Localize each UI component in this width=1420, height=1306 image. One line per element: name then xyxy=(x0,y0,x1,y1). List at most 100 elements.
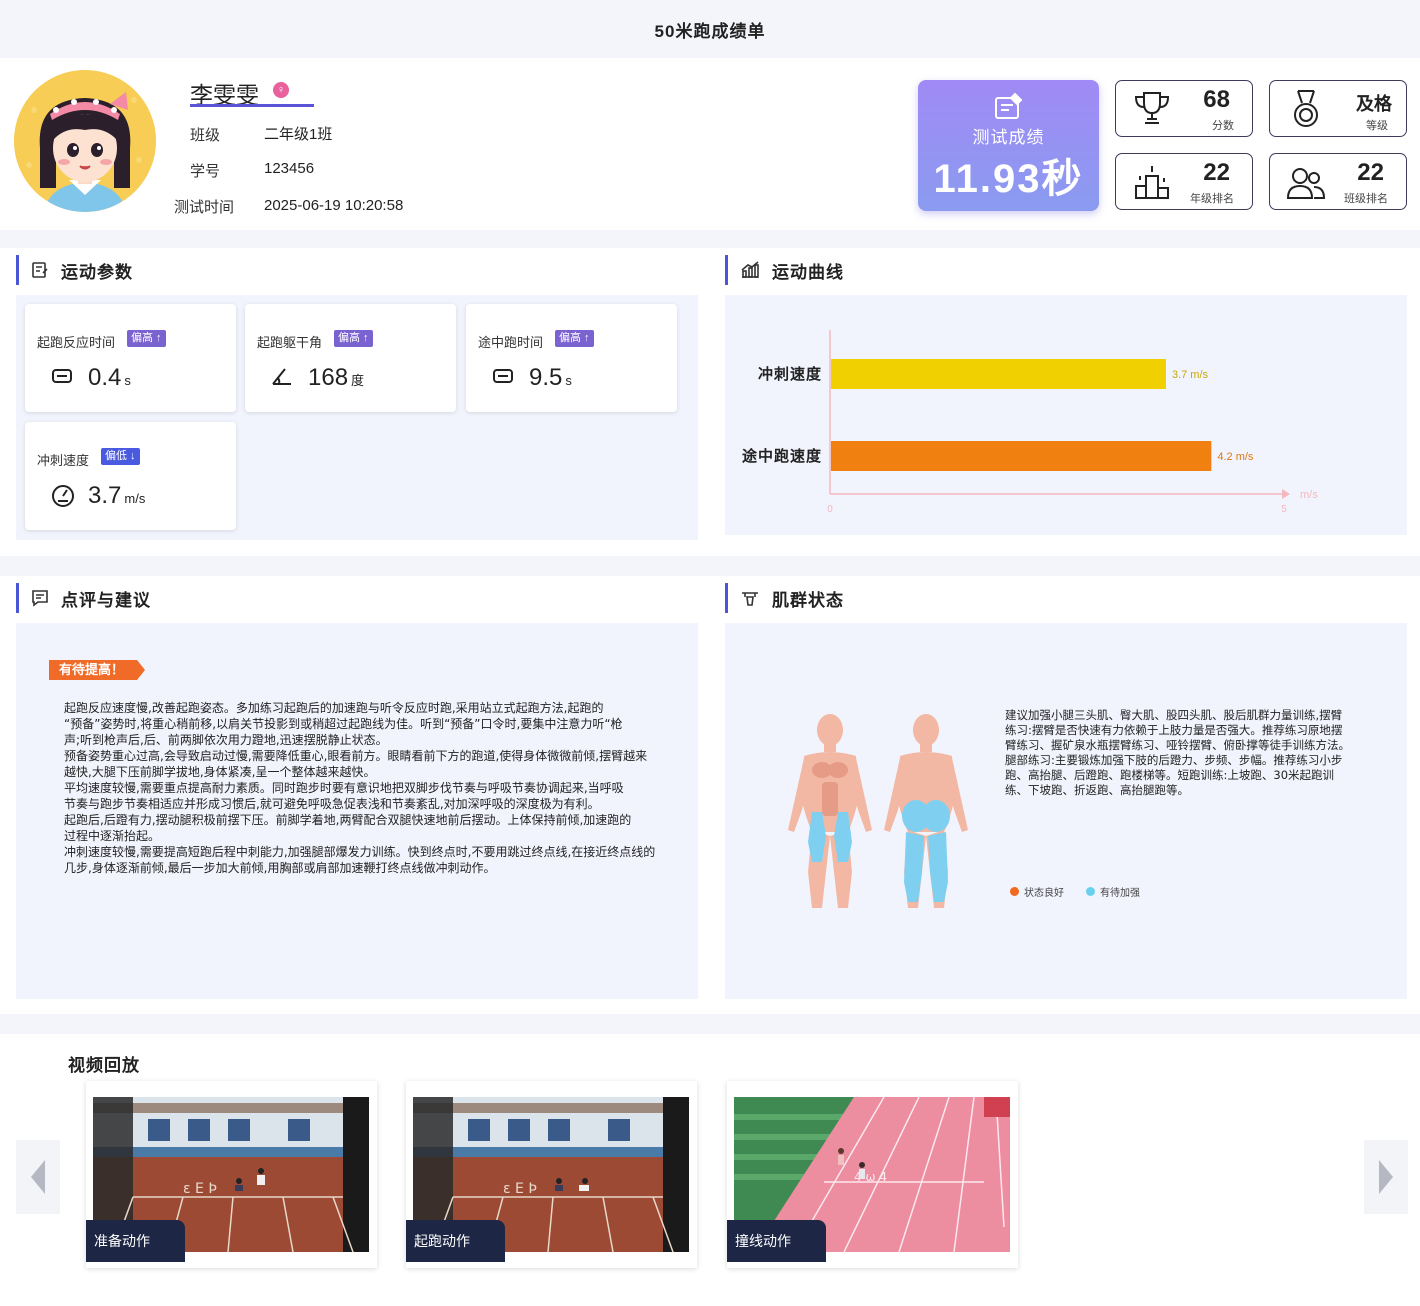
class-rank-card: 22 班级排名 xyxy=(1269,153,1407,210)
muscle-paragraph: 建议加强小腿三头肌、臀大肌、股四头肌、股后肌群力量训练,摆臂 xyxy=(1005,708,1343,722)
param-label: 起跑躯干角 xyxy=(257,335,323,350)
grade-rank-label: 年级排名 xyxy=(1190,193,1234,205)
muscle-advice-text: 建议加强小腿三头肌、臀大肌、股四头肌、股后肌群力量训练,摆臂 练习:摆臂是否快速… xyxy=(1005,708,1365,798)
users-icon xyxy=(1286,162,1326,207)
legend-good: 状态良好 xyxy=(1010,884,1064,899)
param-card-reaction: 起跑反应时间 偏高 ↑ 0.4 s xyxy=(25,304,236,412)
speed-bar-chart: m/s 0 5 冲刺速度 3.7 m/s 途中跑速度 4.2 m/s xyxy=(742,330,1318,515)
podium-icon xyxy=(1132,162,1172,207)
video-caption: 准备动作 xyxy=(86,1220,185,1262)
review-paragraph: 过程中逐渐抬起。 xyxy=(64,829,161,843)
video-caption: 起跑动作 xyxy=(406,1220,505,1262)
muscle-paragraph: 练、下坡跑、折返跑、高抬腿跑等。 xyxy=(1005,783,1189,797)
document-pen-icon xyxy=(993,92,1025,125)
video-section-title: 视频回放 xyxy=(68,1056,140,1075)
param-value: 168 度 xyxy=(308,364,365,391)
edit-list-icon xyxy=(31,261,49,279)
data-label: 3.7 m/s xyxy=(1172,369,1209,381)
status-badge: 偏高 ↑ xyxy=(555,330,594,347)
param-value: 3.7 m/s xyxy=(88,482,146,509)
param-card-midrun-time: 途中跑时间 偏高 ↑ 9.5 s xyxy=(466,304,677,412)
class-rank-label: 班级排名 xyxy=(1344,193,1388,205)
grade-rank-value: 22 xyxy=(1203,159,1230,186)
video-card-start[interactable]: ε E Þ 起跑动作 xyxy=(406,1081,697,1268)
score-label: 分数 xyxy=(1212,120,1234,132)
param-label: 冲刺速度 xyxy=(37,453,90,468)
result-label: 测试成绩 xyxy=(972,128,1045,147)
muscle-paragraph: 练习:摆臂是否快速有力依赖于上肢力量是否强大。推荐练习原地摆 xyxy=(1005,723,1343,737)
divider xyxy=(0,1014,1420,1034)
review-paragraph: 节奏与跑步节奏相适应并形成习惯后,就可避免呼吸急促表浅和节奏紊乱,对加深呼吸的深… xyxy=(64,797,600,811)
timer-icon xyxy=(492,366,514,389)
param-card-trunk-angle: 起跑躯干角 偏高 ↑ 168 度 xyxy=(245,304,456,412)
muscle-paragraph: 腿部练习:主要锻炼加强下肢的后蹬力、步频、步幅。推荐练习小步 xyxy=(1005,753,1343,767)
muscle-section-title: 肌群状态 xyxy=(725,583,844,613)
result-value: 11.93秒 xyxy=(933,157,1084,201)
review-paragraph: 起跑后,后蹬有力,摆动腿积极前摆下压。前脚学着地,两臂配合双腿快速地前后摆动。上… xyxy=(64,813,632,827)
status-badge: 偏高 ↑ xyxy=(334,330,373,347)
title-bar: 50米跑成绩单 xyxy=(0,0,1420,58)
class-label: 班级 xyxy=(190,127,221,144)
divider xyxy=(0,556,1420,576)
prev-button[interactable] xyxy=(16,1140,60,1214)
dumbbell-icon xyxy=(740,589,760,607)
grade-card: 及格 等级 xyxy=(1269,80,1407,137)
category-label: 途中跑速度 xyxy=(742,447,822,465)
review-paragraph: 冲刺速度较慢,需要提高短跑后程中刺能力,加强腿部爆发力训练。快到终点时,不要用跳… xyxy=(64,845,656,875)
trophy-icon xyxy=(1132,89,1172,132)
divider xyxy=(0,230,1420,248)
muscle-paragraph: 臂练习、握矿泉水瓶摆臂练习、哑铃摆臂、俯卧撑等徒手训练方法。 xyxy=(1005,738,1350,752)
timer-icon xyxy=(51,366,73,389)
review-text: 起跑反应速度慢,改善起跑姿态。多加练习起跑后的加速跑与听令反应时跑,采用站立式起… xyxy=(64,700,659,876)
test-time-label: 测试时间 xyxy=(174,199,235,216)
chevron-right-icon xyxy=(1379,1160,1393,1194)
bar xyxy=(831,359,1166,389)
grade-rank-card: 22 年级排名 xyxy=(1115,153,1253,210)
param-label: 起跑反应时间 xyxy=(37,335,116,350)
video-card-ready[interactable]: ε E Þ 准备动作 xyxy=(86,1081,377,1268)
score-card: 68 分数 xyxy=(1115,80,1253,137)
svg-text:4 ω 4: 4 ω 4 xyxy=(854,1170,887,1184)
angle-icon xyxy=(271,366,293,391)
param-value: 9.5 s xyxy=(529,364,572,391)
category-label: 冲刺速度 xyxy=(758,365,822,383)
class-rank-value: 22 xyxy=(1357,159,1384,186)
data-label: 4.2 m/s xyxy=(1217,451,1254,463)
chevron-left-icon xyxy=(31,1160,45,1194)
chart-icon xyxy=(740,261,760,279)
muscle-body-diagram xyxy=(788,714,968,908)
avatar xyxy=(14,70,156,212)
x-axis-arrow xyxy=(1282,489,1290,499)
review-paragraph: 平均速度较慢,需要重点提高耐力素质。同时跑步时要有意识地把双脚步伐节奏与呼吸节奏… xyxy=(64,781,624,795)
video-caption: 撞线动作 xyxy=(727,1220,826,1262)
svg-text:ε E Þ: ε E Þ xyxy=(503,1181,537,1197)
param-value: 0.4 s xyxy=(88,364,131,391)
bar xyxy=(831,441,1212,471)
review-section-title: 点评与建议 xyxy=(16,583,151,613)
score-value: 68 xyxy=(1203,86,1230,113)
x-axis-unit: m/s xyxy=(1300,489,1318,501)
student-id-value: 123456 xyxy=(264,160,315,177)
medal-icon xyxy=(1286,89,1326,134)
name-underline xyxy=(190,104,314,107)
param-card-sprint-speed: 冲刺速度 偏低 ↓ 3.7 m/s xyxy=(25,422,236,530)
review-paragraph: 起跑反应速度慢,改善起跑姿态。多加练习起跑后的加速跑与听令反应时跑,采用站立式起… xyxy=(64,701,604,715)
improvement-badge: 有待提高！ xyxy=(49,660,145,680)
x-tick-label: 5 xyxy=(1281,504,1287,515)
svg-text:ε E Þ: ε E Þ xyxy=(183,1181,217,1197)
params-section-title: 运动参数 xyxy=(16,255,133,285)
comment-icon xyxy=(31,589,49,607)
next-button[interactable] xyxy=(1364,1140,1408,1214)
video-card-finish[interactable]: 4 ω 4 撞线动作 xyxy=(727,1081,1018,1268)
param-label: 途中跑时间 xyxy=(478,335,544,350)
status-badge: 偏低 ↓ xyxy=(101,448,140,465)
grade-label: 等级 xyxy=(1366,120,1388,132)
speedometer-icon xyxy=(51,484,75,513)
review-paragraph: 预备姿势重心过高,会导致启动过慢,需要降低重心,眼看前方。眼睛看前下方的跑道,使… xyxy=(64,749,648,779)
muscle-paragraph: 跑、高抬腿、后蹬跑、跑楼梯等。短跑训练:上坡跑、30米起跑训 xyxy=(1005,768,1335,782)
result-card: 测试成绩 11.93秒 xyxy=(918,80,1099,211)
curve-section-title: 运动曲线 xyxy=(725,255,844,285)
test-time-value: 2025-06-19 10:20:58 xyxy=(264,197,404,214)
student-id-label: 学号 xyxy=(190,163,221,180)
x-tick-label: 0 xyxy=(827,504,833,515)
